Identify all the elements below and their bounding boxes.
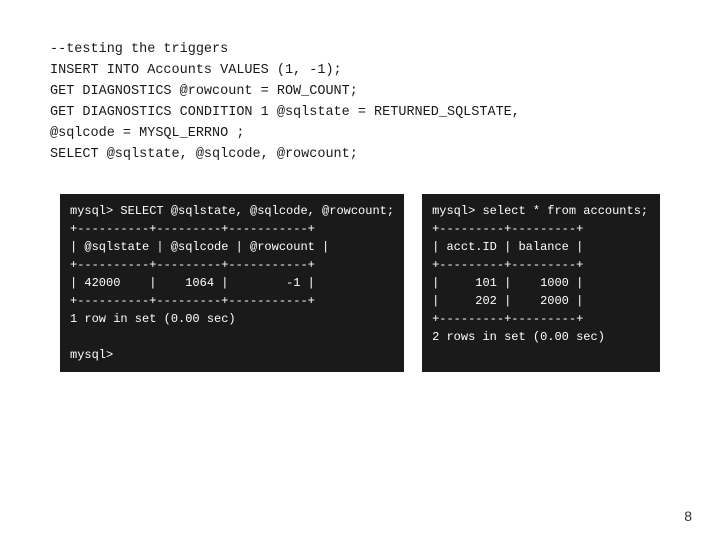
code-block: --testing the triggers INSERT INTO Accou… [50, 40, 670, 166]
code-line-2: INSERT INTO Accounts VALUES (1, -1); [50, 63, 342, 78]
page-number: 8 [684, 508, 692, 524]
terminal-right: mysql> select * from accounts; +--------… [422, 194, 660, 372]
main-content: --testing the triggers INSERT INTO Accou… [0, 0, 720, 392]
code-line-3: GET DIAGNOSTICS @rowcount = ROW_COUNT; [50, 84, 358, 99]
terminal-left: mysql> SELECT @sqlstate, @sqlcode, @rowc… [60, 194, 404, 372]
code-line-6: SELECT @sqlstate, @sqlcode, @rowcount; [50, 147, 358, 162]
code-line-5: @sqlcode = MYSQL_ERRNO ; [50, 126, 244, 141]
terminals-row: mysql> SELECT @sqlstate, @sqlcode, @rowc… [50, 194, 670, 372]
code-line-1: --testing the triggers [50, 42, 228, 57]
code-line-4: GET DIAGNOSTICS CONDITION 1 @sqlstate = … [50, 105, 520, 120]
